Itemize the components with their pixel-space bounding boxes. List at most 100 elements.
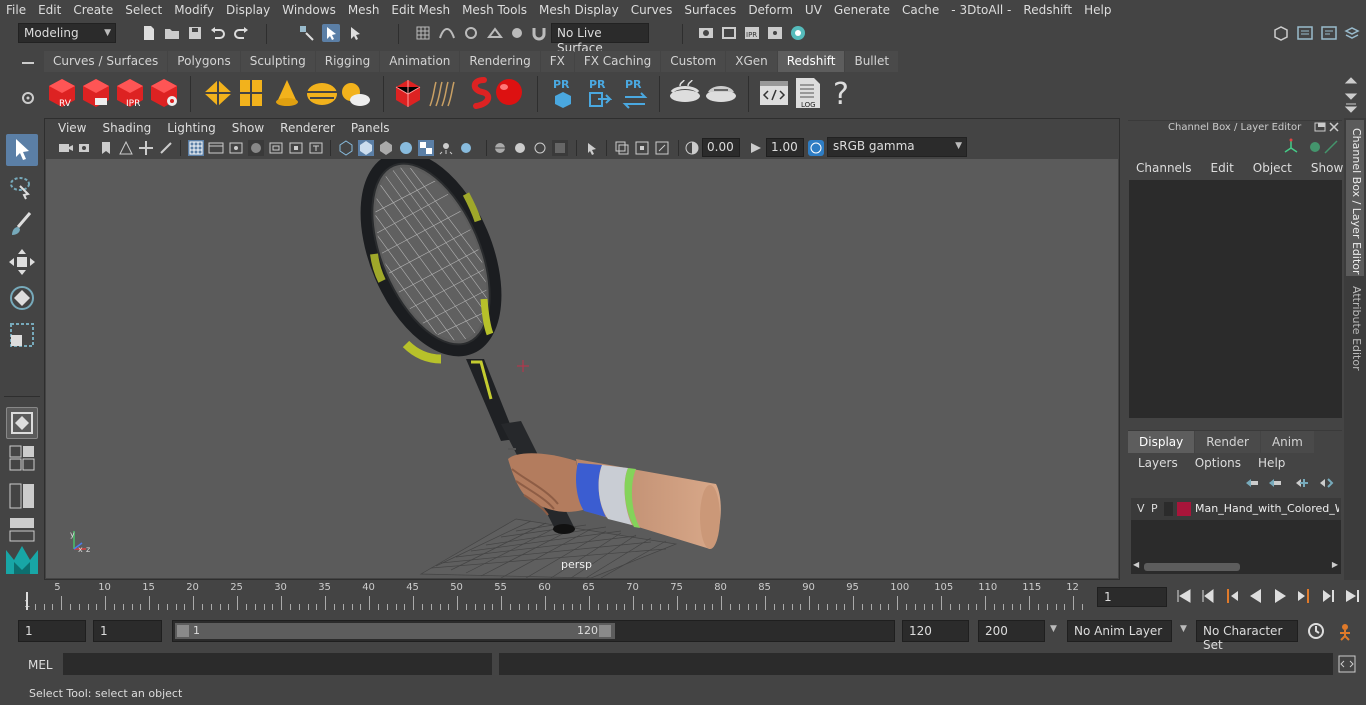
sidetab-channel-box[interactable]: Channel Box / Layer Editor <box>1346 120 1364 276</box>
toggle-attribute-editor-icon[interactable] <box>1320 24 1338 42</box>
redshift-ipr-icon[interactable]: IPR <box>113 76 147 110</box>
select-tool[interactable] <box>6 134 38 166</box>
menu-item[interactable]: Cache <box>896 3 945 17</box>
snap-curve-icon[interactable] <box>438 24 456 42</box>
mode-selector[interactable]: Modeling ▼ <box>18 23 116 43</box>
soft-select-tool[interactable] <box>6 407 38 439</box>
menu-item[interactable]: - 3DtoAll - <box>945 3 1017 17</box>
hyperbolic-icon[interactable] <box>1322 138 1340 156</box>
viewport-menu-item[interactable]: Shading <box>94 121 159 137</box>
animation-start-field[interactable]: 1 <box>18 620 86 642</box>
range-slider[interactable]: 1 120 <box>172 620 895 642</box>
menu-item[interactable]: Windows <box>276 3 342 17</box>
xray-icon[interactable] <box>552 140 568 156</box>
dome-light-icon[interactable] <box>305 78 339 108</box>
shelf-tab[interactable]: Rigging <box>315 51 380 72</box>
hypershade-icon[interactable] <box>789 24 807 42</box>
menu-item[interactable]: Display <box>220 3 276 17</box>
menu-item[interactable]: Select <box>119 3 168 17</box>
viewport-menu-item[interactable]: Renderer <box>272 121 343 137</box>
redshift-batch-render-icon[interactable] <box>79 76 113 110</box>
channel-box-menu-item[interactable]: Channels <box>1130 161 1205 175</box>
render-frame-icon[interactable] <box>720 24 738 42</box>
smooth-shade-icon[interactable] <box>358 140 374 156</box>
menu-item[interactable]: Modify <box>168 3 220 17</box>
shelf-tab[interactable]: XGen <box>726 51 777 72</box>
colorspace-dropdown[interactable]: sRGB gamma ▼ <box>827 137 967 157</box>
range-slider-left-grip[interactable] <box>177 625 189 637</box>
timeline-ruler[interactable]: 1 5 10 15 20 25 30 35 40 45 50 55 60 65 70 75 80 85 90 95 1… <box>18 582 1090 612</box>
layer-name[interactable]: Man_Hand_with_Colored_W <box>1195 502 1339 515</box>
shelf-tab[interactable]: Polygons <box>168 51 240 72</box>
command-input[interactable] <box>63 653 492 675</box>
menu-item[interactable]: Edit Mesh <box>385 3 456 17</box>
shelf-tab[interactable]: Curves / Surfaces <box>44 51 168 72</box>
log-file-icon[interactable]: LOG <box>793 76 823 110</box>
shelf-tab[interactable]: Rendering <box>460 51 540 72</box>
menu-item[interactable]: Generate <box>828 3 896 17</box>
go-to-end-icon[interactable] <box>1342 586 1362 606</box>
ipr-render-icon[interactable]: IPR <box>743 24 761 42</box>
layer-editor-tab[interactable]: Display <box>1128 431 1195 453</box>
go-to-start-icon[interactable] <box>1174 586 1194 606</box>
scroll-right-icon[interactable]: ▶ <box>1332 560 1338 569</box>
snap-point-icon[interactable] <box>462 24 480 42</box>
wireframe-icon[interactable] <box>338 140 354 156</box>
redshift-render-view-icon[interactable]: RV <box>45 76 79 110</box>
select-hierarchy-icon[interactable] <box>298 24 316 42</box>
live-surface-field[interactable]: No Live Surface <box>551 23 649 55</box>
safe-action-icon[interactable] <box>288 140 304 156</box>
default-material-icon[interactable] <box>378 140 394 156</box>
step-back-icon[interactable] <box>1198 586 1218 606</box>
help-question-icon[interactable]: ? <box>830 76 854 110</box>
move-tool[interactable] <box>6 246 38 278</box>
menu-item[interactable]: Mesh <box>342 3 386 17</box>
menu-item[interactable]: Redshift <box>1017 3 1078 17</box>
3d-viewport[interactable]: y z x persp <box>46 159 1118 578</box>
playback-end-field[interactable]: 120 <box>902 620 969 642</box>
new-layer-icon[interactable] <box>1294 476 1310 490</box>
move-layer-up-icon[interactable] <box>1244 476 1260 490</box>
frame-selected-icon[interactable] <box>634 140 650 156</box>
spot-light-icon[interactable] <box>272 78 302 108</box>
anti-alias-icon[interactable] <box>512 140 528 156</box>
time-slider[interactable]: 1 5 10 15 20 25 30 35 40 45 50 55 60 65 70 75 80 85 90 95 1… <box>0 580 1366 616</box>
volume-icon[interactable] <box>462 76 496 110</box>
layer-visibility-toggle[interactable]: V <box>1137 502 1145 515</box>
lights-icon[interactable] <box>418 140 434 156</box>
layout-two-pane-icon[interactable] <box>8 482 36 510</box>
open-scene-icon[interactable] <box>163 24 181 42</box>
exposure-field[interactable]: 0.00 <box>702 138 740 157</box>
layer-color-swatch[interactable] <box>1177 502 1191 516</box>
sidetab-attribute-editor[interactable]: Attribute Editor <box>1346 280 1364 376</box>
auto-key-icon[interactable] <box>1306 621 1326 641</box>
toggle-layers-icon[interactable] <box>1343 24 1361 42</box>
grease-pencil-icon[interactable] <box>158 140 174 156</box>
menu-item[interactable]: Mesh Display <box>533 3 625 17</box>
chevron-down-icon[interactable]: ▼ <box>1180 624 1187 634</box>
gamma-field[interactable]: 1.00 <box>766 138 804 157</box>
shadows-icon[interactable] <box>438 140 454 156</box>
script-language-label[interactable]: MEL <box>28 658 53 672</box>
chevron-down-icon[interactable]: ▼ <box>1050 624 1057 634</box>
camera-select-icon[interactable] <box>58 140 74 156</box>
hair-icon[interactable] <box>426 78 460 108</box>
sun-sky-icon[interactable] <box>338 78 372 108</box>
viewport-menu-item[interactable]: View <box>50 121 94 137</box>
select-object-icon[interactable] <box>322 24 340 42</box>
layer-reference-toggle[interactable] <box>1164 502 1173 516</box>
play-backwards-icon[interactable] <box>1246 586 1266 606</box>
menu-item[interactable]: Deform <box>742 3 799 17</box>
new-scene-icon[interactable] <box>140 24 158 42</box>
exposure-icon[interactable] <box>684 140 700 156</box>
step-forward-icon[interactable] <box>1318 586 1338 606</box>
sphere-material-icon[interactable] <box>492 76 526 110</box>
toggle-channel-box-icon[interactable] <box>1296 24 1314 42</box>
frame-all-icon[interactable] <box>614 140 630 156</box>
menu-item[interactable]: Surfaces <box>678 3 742 17</box>
gamma-icon[interactable] <box>748 140 764 156</box>
resolution-gate-icon[interactable] <box>228 140 244 156</box>
menu-item[interactable]: Help <box>1078 3 1117 17</box>
script-editor-icon[interactable] <box>1338 655 1356 673</box>
menu-item[interactable]: File <box>0 3 32 17</box>
